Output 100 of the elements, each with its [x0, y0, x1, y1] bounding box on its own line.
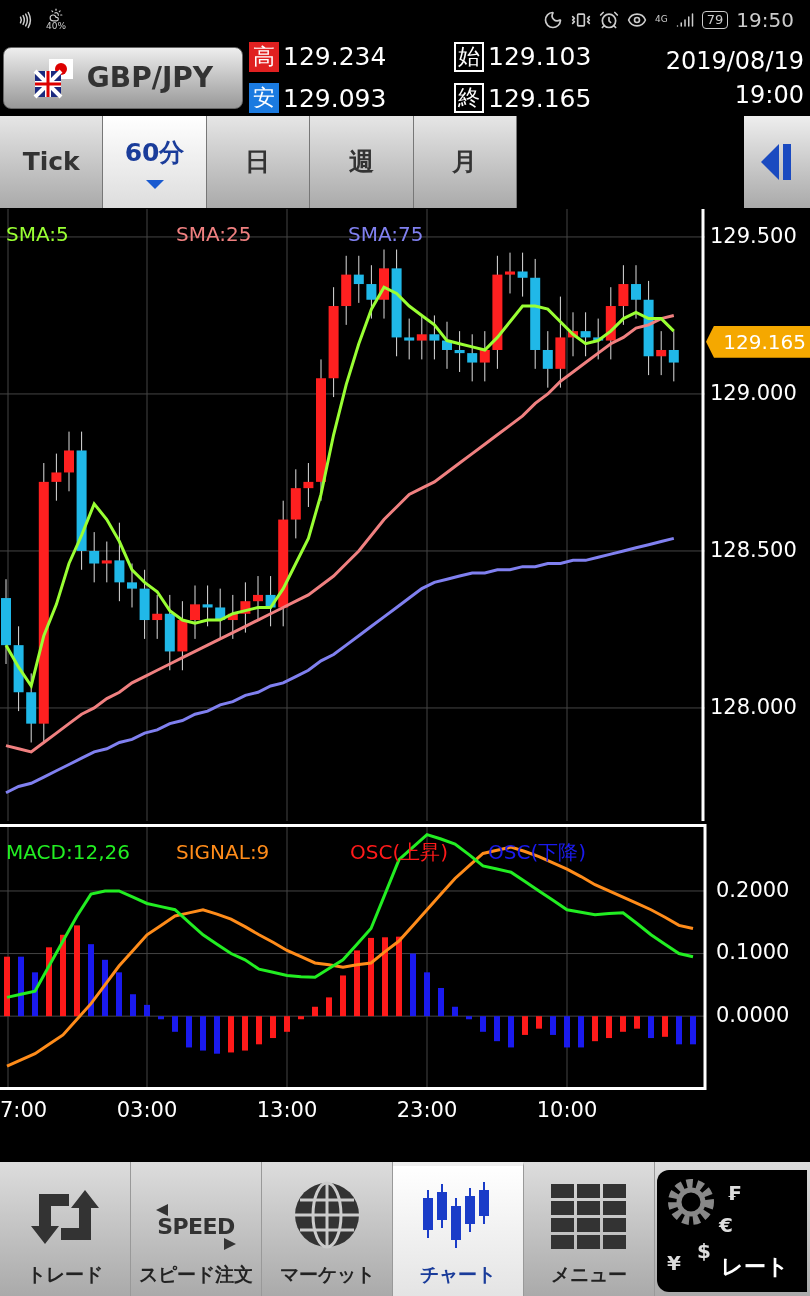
currency-symbol: $ [697, 1238, 711, 1265]
currency-pair-button[interactable]: GBP/JPY [3, 46, 243, 109]
histogram-bar [214, 1015, 220, 1054]
histogram-bar [284, 1015, 290, 1032]
candlestick [416, 314, 427, 360]
histogram-bar [634, 1015, 640, 1029]
histogram-bar [662, 1015, 668, 1037]
legend-label: SMA:5 [6, 220, 70, 248]
time-axis-label: 10:00 [536, 1096, 598, 1124]
candlestick [240, 581, 251, 633]
nav-tab[interactable]: チャート [393, 1162, 524, 1296]
histogram-bar [340, 975, 346, 1016]
alarm-icon [599, 9, 620, 30]
price-axis-label: 128.000 [710, 694, 797, 721]
histogram-bar [130, 994, 136, 1016]
weather-icon [49, 8, 63, 23]
candlestick [101, 540, 112, 583]
weather-text: 40% [46, 22, 66, 32]
signal-icon [675, 10, 694, 29]
candlestick [517, 251, 528, 297]
histogram-bar [116, 972, 122, 1016]
timeframe-tab[interactable]: 日 [206, 115, 311, 208]
histogram-bar [480, 1015, 486, 1032]
quote-value: 129.234 [283, 41, 387, 74]
nav-tab[interactable]: メニュー [524, 1162, 655, 1296]
current-price-tag: 129.165 [706, 325, 810, 358]
quote-value: 129.103 [488, 41, 592, 74]
timeframe-tab[interactable]: 60分 [103, 115, 207, 208]
time-text: 19:00 [734, 79, 804, 111]
rate-button[interactable]: ₣ € $ ¥ レート [657, 1170, 807, 1292]
grid-icon [551, 1183, 627, 1250]
histogram-bar [410, 953, 416, 1016]
candlestick [51, 452, 62, 501]
currency-symbol: ¥ [667, 1250, 681, 1277]
candlestick [454, 330, 465, 373]
quote-value: 129.093 [283, 82, 387, 115]
candlestick [303, 462, 314, 508]
histogram-bar [550, 1015, 556, 1035]
candlestick [429, 314, 440, 360]
histogram-bar [32, 972, 38, 1016]
legend-label: SIGNAL:9 [176, 838, 271, 866]
candlestick [580, 311, 591, 357]
candlestick [656, 330, 667, 376]
histogram-bar [690, 1015, 696, 1045]
candlestick [467, 333, 478, 382]
rate-label: レート [721, 1253, 789, 1281]
candlestick [190, 584, 200, 640]
histogram-bar [564, 1015, 570, 1048]
quote-label: 安 [249, 83, 279, 114]
histogram-bar [508, 1015, 514, 1048]
candlestick [202, 584, 213, 627]
candlestick [89, 531, 100, 583]
candlestick [127, 562, 137, 608]
histogram-bar [242, 1015, 248, 1051]
selected-triangle-icon [145, 179, 164, 189]
histogram-bar [606, 1015, 612, 1038]
nav-tab[interactable]: トレード [0, 1162, 131, 1296]
timeframe-tab[interactable]: 週 [310, 115, 414, 208]
candlestick [177, 600, 188, 671]
histogram-bar [578, 1015, 584, 1048]
quote-label: 終 [454, 83, 484, 114]
histogram-bar [298, 1015, 304, 1020]
histogram-bar [186, 1015, 192, 1048]
histogram-bar [536, 1015, 542, 1029]
candlestick [253, 575, 263, 621]
histogram-bar [200, 1015, 206, 1051]
nav-tab[interactable]: SPEED スピード注文 [131, 1162, 262, 1296]
legend-label: SMA:25 [176, 220, 253, 248]
candlestick [265, 575, 276, 627]
histogram-bar [102, 959, 108, 1016]
nav-tab[interactable]: マーケット [262, 1162, 393, 1296]
timeframe-tab[interactable]: Tick [0, 115, 104, 208]
collapse-button[interactable] [744, 115, 810, 208]
timeframe-tab[interactable]: 月 [413, 115, 517, 208]
legend-label: SMA:75 [348, 220, 424, 248]
macd-axis-label: 0.0000 [716, 1002, 790, 1030]
candlestick [215, 587, 226, 640]
histogram-bar [270, 1015, 276, 1038]
candlestick [618, 264, 629, 326]
legend-label: MACD:12,26 [6, 838, 131, 866]
candlestick [139, 569, 150, 640]
histogram-bar [144, 1004, 150, 1016]
histogram-bar [354, 950, 360, 1016]
flags-icon [32, 56, 75, 99]
candlestick [668, 330, 679, 382]
currency-symbol: ₣ [727, 1180, 741, 1207]
histogram-bar [228, 1015, 234, 1053]
time-axis-label: 03:00 [116, 1096, 178, 1124]
histogram-bar [18, 956, 24, 1016]
moon-icon [543, 9, 564, 30]
network-label: 4G [655, 15, 668, 25]
quote-label: 高 [249, 41, 279, 72]
macd-axis-label: 0.1000 [716, 939, 790, 967]
clock-time: 19:50 [736, 6, 794, 34]
histogram-bar [256, 1015, 262, 1045]
candlestick [479, 330, 490, 382]
histogram-bar [312, 1006, 318, 1016]
candlestick [442, 321, 452, 370]
histogram-bar [592, 1015, 598, 1041]
histogram-bar [438, 987, 444, 1016]
